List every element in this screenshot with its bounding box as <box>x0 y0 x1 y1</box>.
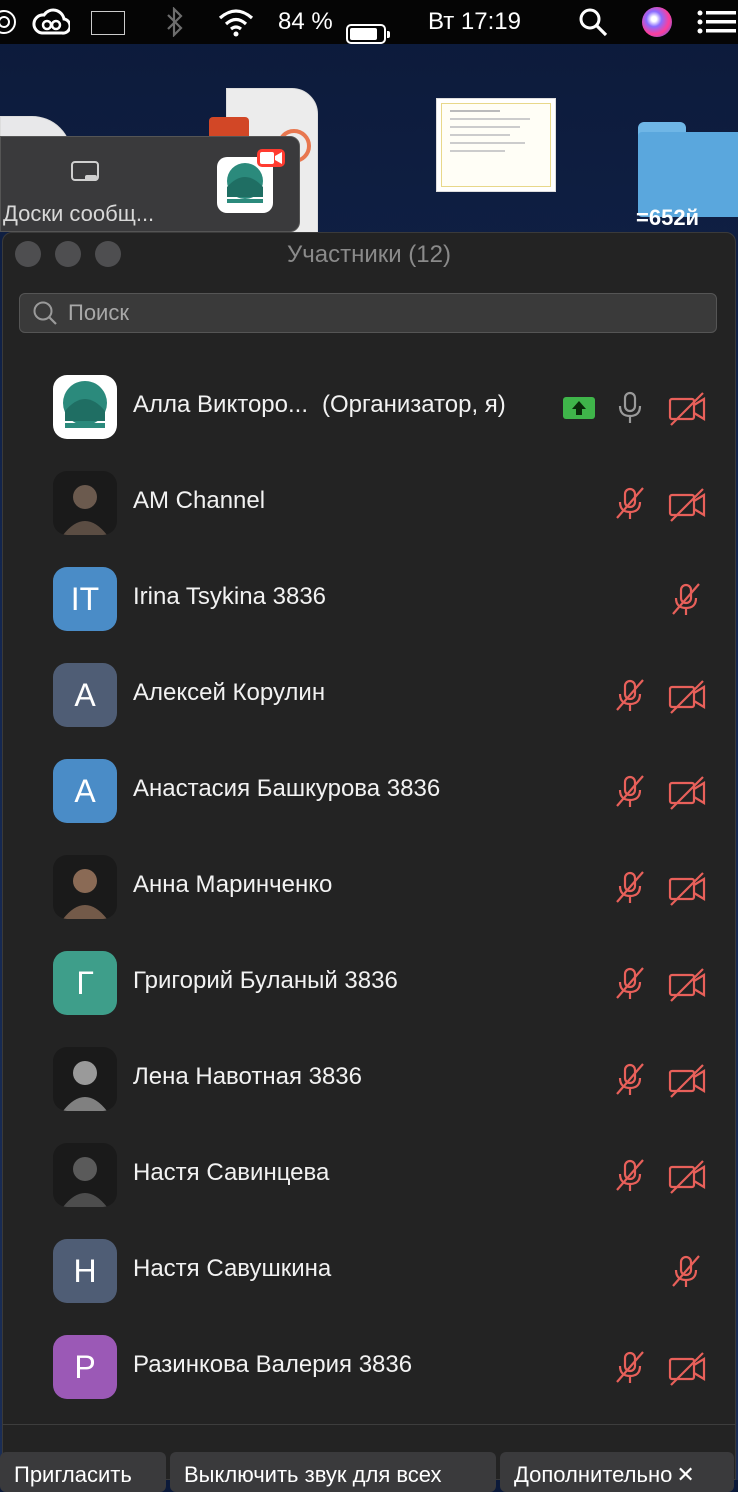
participant-name-text: Алексей Корулин <box>133 679 326 706</box>
participant-name: Алла Викторо... (Организатор, я) <box>133 391 506 419</box>
microphone-icon[interactable] <box>611 389 649 427</box>
microphone-muted-icon[interactable] <box>667 1253 705 1291</box>
menu-bar: 84 % Вт 17:19 <box>0 0 738 44</box>
video-off-icon[interactable] <box>667 389 706 427</box>
creative-cloud-icon[interactable] <box>32 6 70 38</box>
search-input[interactable] <box>66 299 670 327</box>
bluetooth-icon[interactable] <box>160 6 190 38</box>
invite-button[interactable]: Пригласить <box>0 1452 166 1492</box>
microphone-muted-icon[interactable] <box>611 965 649 1003</box>
microphone-muted-icon[interactable] <box>667 581 705 619</box>
chevron-icon: ✕ <box>676 1462 695 1487</box>
participant-role: (Организатор, я) <box>321 391 506 418</box>
video-off-icon[interactable] <box>667 869 706 907</box>
microphone-muted-icon[interactable] <box>611 1349 649 1387</box>
participant-name: Григорий Буланый 3836 <box>133 967 398 995</box>
avatar: А <box>53 759 117 823</box>
participant-name-text: Irina Tsykina 3836 <box>133 583 327 610</box>
microphone-muted-icon[interactable] <box>611 773 649 811</box>
participant-name-text: Анастасия Башкурова 3836 <box>133 775 441 802</box>
battery-icon[interactable] <box>346 24 390 44</box>
video-off-icon[interactable] <box>667 1157 706 1195</box>
participant-row[interactable]: IT Irina Tsykina 3836 <box>3 553 737 649</box>
avatar <box>53 1047 117 1111</box>
search-icon <box>33 301 57 325</box>
siri-icon[interactable] <box>642 7 672 37</box>
desktop-screenshot-icon[interactable] <box>436 98 556 192</box>
participant-row[interactable]: Р Разинкова Валерия 3836 <box>3 1321 737 1417</box>
participant-name-text: Анна Маринченко <box>133 871 333 898</box>
avatar: IT <box>53 567 117 631</box>
participant-row[interactable]: Н Настя Савушкина <box>3 1225 737 1321</box>
panel-title: Участники (12) <box>286 241 451 268</box>
participant-row[interactable]: AM Channel <box>3 457 737 553</box>
microphone-muted-icon[interactable] <box>611 485 649 523</box>
participant-name: Разинкова Валерия 3836 <box>133 1351 412 1379</box>
desktop-folder-icon[interactable] <box>638 122 738 217</box>
participant-name-text: Настя Савушкина <box>133 1255 332 1282</box>
microphone-muted-icon[interactable] <box>611 1157 649 1195</box>
desktop-folder-label: =652й <box>636 205 700 230</box>
video-off-icon[interactable] <box>667 1061 706 1099</box>
more-button[interactable]: Дополнительно ✕ <box>500 1452 734 1492</box>
participant-row[interactable]: Лена Навотная 3836 <box>3 1033 737 1129</box>
search-icon[interactable] <box>578 6 608 38</box>
participant-name: AM Channel <box>133 487 265 515</box>
participant-row[interactable]: Алла Викторо... (Организатор, я) <box>3 361 737 457</box>
participant-name-text: Алла Викторо... <box>133 391 308 418</box>
recording-icon <box>257 149 285 167</box>
participant-name: Настя Савинцева <box>133 1159 329 1187</box>
video-off-icon[interactable] <box>667 485 706 523</box>
share-screen-icon[interactable] <box>71 161 99 183</box>
share-arrow-icon <box>563 397 595 419</box>
avatar <box>53 1143 117 1207</box>
clock[interactable]: Вт 17:19 <box>428 6 521 38</box>
avatar: А <box>53 663 117 727</box>
mute-all-button[interactable]: Выключить звук для всех <box>170 1452 496 1492</box>
participant-name: Анна Маринченко <box>133 871 332 899</box>
participant-name: Алексей Корулин <box>133 679 325 707</box>
meeting-mini-window[interactable]: Доски сообщ... <box>0 136 300 232</box>
participants-panel: Участники (12) Алла Викторо... (Организат… <box>2 232 736 1480</box>
video-off-icon[interactable] <box>667 677 706 715</box>
video-off-icon[interactable] <box>667 773 706 811</box>
video-off-icon[interactable] <box>667 965 706 1003</box>
menu-list-icon[interactable] <box>696 8 736 36</box>
participant-name: Лена Навотная 3836 <box>133 1063 362 1091</box>
bottom-divider <box>2 1424 736 1425</box>
avatar <box>53 375 117 439</box>
avatar: Р <box>53 1335 117 1399</box>
participant-row[interactable]: А Алексей Корулин <box>3 649 737 745</box>
participant-name-text: Разинкова Валерия 3836 <box>133 1351 413 1378</box>
mini-window-label: Доски сообщ... <box>3 201 155 226</box>
avatar <box>53 471 117 535</box>
flag-ru-icon[interactable] <box>91 11 125 35</box>
more-button-label: Дополнительно <box>514 1462 673 1487</box>
participant-name: Настя Савушкина <box>133 1255 331 1283</box>
wifi-icon[interactable] <box>216 6 256 38</box>
participant-name-text: Лена Навотная 3836 <box>133 1063 362 1090</box>
participant-row[interactable]: Настя Савинцева <box>3 1129 737 1225</box>
participant-name: Анастасия Башкурова 3836 <box>133 775 440 803</box>
avatar <box>53 855 117 919</box>
participant-row[interactable]: А Анастасия Башкурова 3836 <box>3 745 737 841</box>
participant-row[interactable]: Г Григорий Буланый 3836 <box>3 937 737 1033</box>
microphone-muted-icon[interactable] <box>611 677 649 715</box>
avatar: Н <box>53 1239 117 1303</box>
microphone-muted-icon[interactable] <box>611 1061 649 1099</box>
app-icon[interactable] <box>0 8 16 36</box>
participant-name-text: AM Channel <box>133 487 266 514</box>
battery-percent: 84 % <box>278 8 333 35</box>
participant-name-text: Настя Савинцева <box>133 1159 330 1186</box>
participant-row[interactable]: Анна Маринченко <box>3 841 737 937</box>
video-off-icon[interactable] <box>667 1349 706 1387</box>
search-box[interactable] <box>19 293 717 333</box>
avatar: Г <box>53 951 117 1015</box>
participant-name: Irina Tsykina 3836 <box>133 583 326 611</box>
participant-name-text: Григорий Буланый 3836 <box>133 967 398 994</box>
microphone-muted-icon[interactable] <box>611 869 649 907</box>
